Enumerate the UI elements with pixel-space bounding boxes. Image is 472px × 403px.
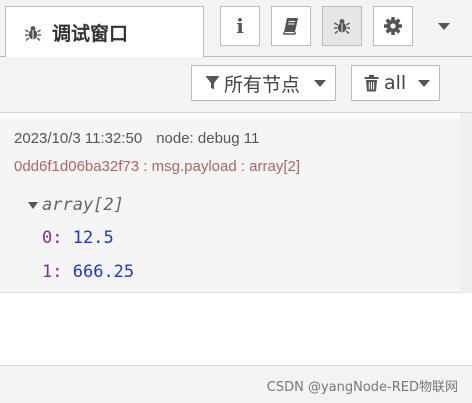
debug-message[interactable]: 2023/10/3 11:32:50 node: debug 11 0dd6f1d… (0, 118, 460, 293)
gear-icon (383, 16, 403, 36)
array-item[interactable]: 1: 666.25 (42, 262, 134, 282)
trash-icon (364, 74, 379, 92)
sidebar-footer: CSDN @yangNode-RED物联网 (0, 365, 472, 403)
message-node-link[interactable]: node: debug 11 (156, 130, 259, 147)
sidebar-tab-bar: 调试窗口 i (0, 0, 472, 58)
array-item-key: 0 (42, 228, 53, 248)
node-filter-dropdown[interactable]: 所有节点 (191, 65, 336, 101)
array-item[interactable]: 0: 12.5 (42, 228, 114, 248)
debug-message-list: 2023/10/3 11:32:50 node: debug 11 0dd6f1d… (0, 113, 472, 363)
book-icon (281, 16, 301, 36)
array-item-value: 12.5 (72, 228, 114, 248)
clear-messages-dropdown[interactable]: all (351, 65, 440, 101)
config-button[interactable] (373, 6, 413, 46)
chevron-down-icon (438, 22, 450, 30)
info-icon: i (236, 14, 244, 38)
caret-down-icon (28, 201, 38, 209)
message-topic: 0dd6f1d06ba32f73 : msg.payload : array[2… (14, 158, 301, 175)
more-menu-button[interactable] (424, 6, 464, 46)
watermark-text: CSDN @yangNode-RED物联网 (266, 380, 458, 395)
chevron-down-icon (418, 80, 430, 87)
message-timestamp: 2023/10/3 11:32:50 (14, 130, 143, 147)
debug-button[interactable] (322, 6, 362, 46)
bug-icon (333, 17, 351, 35)
message-meta: 2023/10/3 11:32:50 node: debug 11 (14, 130, 259, 147)
filter-label: 所有节点 (224, 73, 301, 96)
array-toggle[interactable]: array[2] (28, 195, 124, 215)
help-button[interactable] (271, 6, 311, 46)
info-button[interactable]: i (220, 6, 260, 46)
array-item-key: 1 (42, 262, 53, 282)
array-item-value: 666.25 (72, 262, 135, 282)
scrollbar[interactable] (460, 113, 472, 293)
tab-label: 调试窗口 (52, 23, 129, 45)
debug-toolbar: 所有节点 all (0, 57, 472, 113)
chevron-down-icon (314, 80, 326, 87)
filter-icon (205, 75, 220, 91)
tab-debug[interactable]: 调试窗口 (5, 6, 204, 58)
bug-icon (24, 24, 42, 42)
array-type-label: array[2] (42, 195, 124, 215)
clear-label: all (384, 72, 407, 94)
